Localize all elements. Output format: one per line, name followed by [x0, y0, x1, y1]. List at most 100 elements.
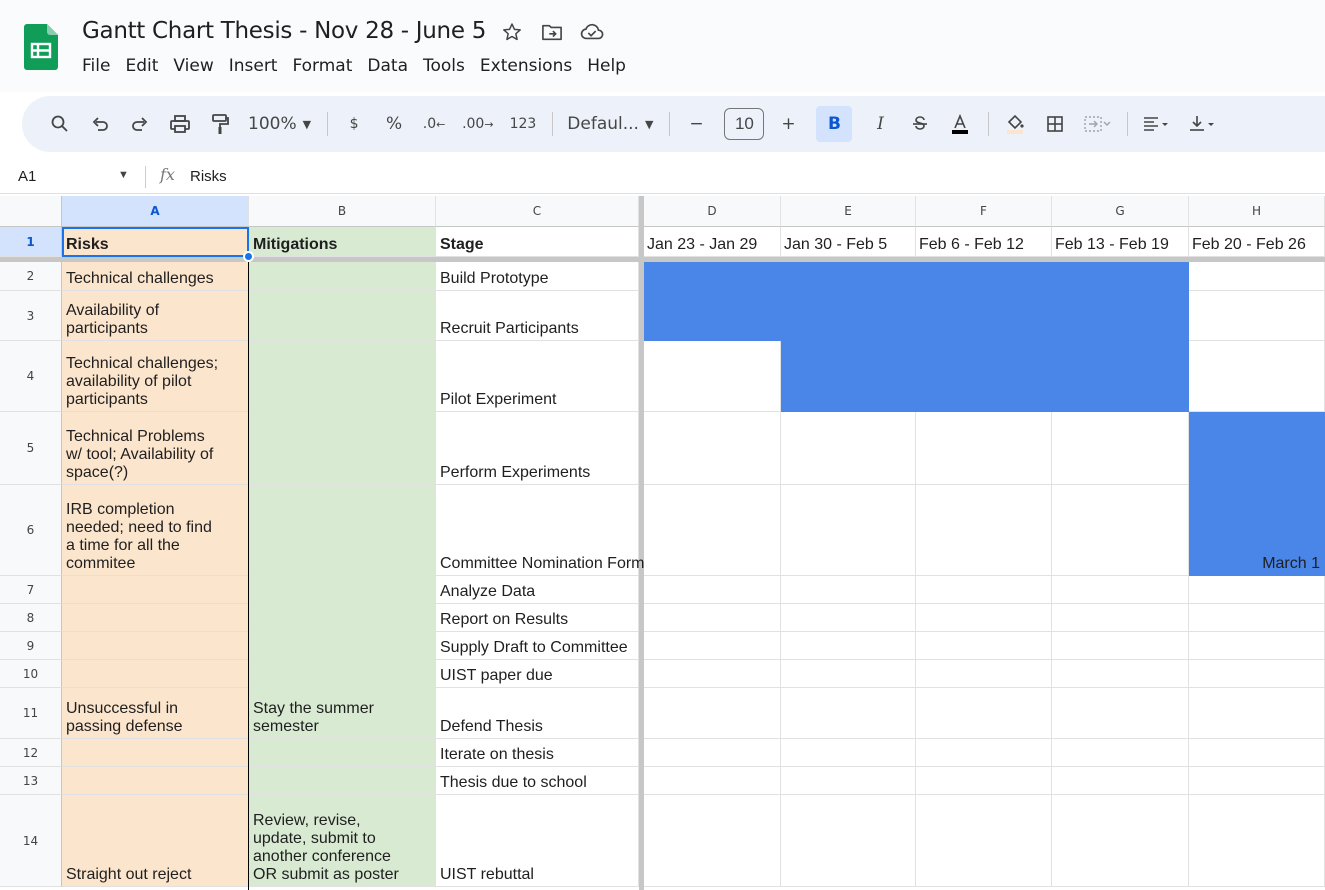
row-header[interactable]: 3 [0, 291, 62, 341]
risk-cell[interactable]: Technical Problems w/ tool; Availability… [62, 412, 249, 485]
stage-cell[interactable]: Defend Thesis [436, 688, 639, 739]
stage-cell[interactable]: Analyze Data [436, 576, 639, 604]
timeline-cell[interactable] [1052, 739, 1189, 767]
gantt-bar-cell[interactable] [1052, 291, 1189, 341]
timeline-cell[interactable] [644, 576, 781, 604]
timeline-cell[interactable] [916, 576, 1052, 604]
timeline-cell[interactable] [916, 412, 1052, 485]
timeline-cell[interactable] [916, 767, 1052, 795]
timeline-cell[interactable] [1189, 576, 1325, 604]
timeline-cell[interactable] [781, 795, 916, 887]
fill-color-icon[interactable] [1003, 106, 1027, 142]
week-header-cell[interactable]: Jan 23 - Jan 29 [644, 227, 781, 257]
stage-cell[interactable]: UIST paper due [436, 660, 639, 688]
timeline-cell[interactable] [781, 739, 916, 767]
document-title[interactable]: Gantt Chart Thesis - Nov 28 - June 5 [82, 18, 486, 44]
mitigation-cell[interactable] [249, 767, 436, 795]
stage-cell[interactable]: Build Prototype [436, 262, 639, 291]
timeline-cell[interactable] [644, 632, 781, 660]
fill-handle[interactable] [243, 251, 254, 262]
frozen-columns-divider[interactable] [639, 196, 644, 890]
cloud-saved-icon[interactable] [580, 20, 604, 44]
stage-header-cell[interactable]: Stage [436, 227, 639, 257]
name-box[interactable]: A1 [18, 168, 36, 185]
risk-cell[interactable]: Technical challenges; availability of pi… [62, 341, 249, 412]
mitigation-cell[interactable] [249, 604, 436, 632]
format-currency-button[interactable]: $ [342, 106, 366, 142]
mitigation-cell[interactable] [249, 632, 436, 660]
week-header-cell[interactable]: Feb 13 - Feb 19 [1052, 227, 1189, 257]
menu-file[interactable]: File [82, 56, 110, 76]
timeline-cell[interactable] [916, 632, 1052, 660]
menu-extensions[interactable]: Extensions [480, 56, 572, 76]
column-header-d[interactable]: D [644, 196, 781, 227]
timeline-cell[interactable] [781, 604, 916, 632]
week-header-cell[interactable]: Feb 20 - Feb 26 [1189, 227, 1325, 257]
timeline-cell[interactable] [644, 604, 781, 632]
risk-cell[interactable] [62, 576, 249, 604]
formula-input[interactable]: Risks [190, 168, 227, 185]
mitigation-cell[interactable] [249, 341, 436, 412]
print-icon[interactable] [168, 106, 192, 142]
mitigation-cell[interactable] [249, 739, 436, 767]
mitigation-cell[interactable]: Stay the summer semester [249, 688, 436, 739]
timeline-cell[interactable] [1052, 795, 1189, 887]
search-menus-icon[interactable] [48, 106, 72, 142]
increase-decimal-button[interactable]: .00 → [462, 106, 493, 142]
mitigation-cell[interactable] [249, 291, 436, 341]
timeline-cell[interactable] [1189, 604, 1325, 632]
strikethrough-icon[interactable] [908, 106, 932, 142]
timeline-cell[interactable] [644, 660, 781, 688]
row-header[interactable]: 2 [0, 262, 62, 291]
mitigation-cell[interactable] [249, 485, 436, 576]
column-header-f[interactable]: F [916, 196, 1052, 227]
merge-cells-icon[interactable] [1083, 106, 1111, 142]
risks-header-cell[interactable]: Risks [62, 227, 249, 257]
timeline-cell[interactable] [916, 660, 1052, 688]
row-header[interactable]: 1 [0, 227, 62, 257]
timeline-cell[interactable] [644, 485, 781, 576]
stage-cell[interactable]: Committee Nomination Form [436, 485, 645, 576]
timeline-cell[interactable] [781, 576, 916, 604]
timeline-cell[interactable] [1189, 262, 1325, 291]
timeline-cell[interactable] [781, 412, 916, 485]
timeline-cell[interactable] [1052, 688, 1189, 739]
font-select[interactable]: Defaul... ▼ [567, 106, 653, 142]
row-header[interactable]: 14 [0, 795, 62, 887]
undo-icon[interactable] [88, 106, 112, 142]
gantt-bar-cell[interactable] [916, 291, 1052, 341]
timeline-cell[interactable] [1052, 660, 1189, 688]
mitigation-cell[interactable] [249, 660, 436, 688]
gantt-bar-cell[interactable] [1052, 262, 1189, 291]
timeline-cell[interactable] [1189, 795, 1325, 887]
timeline-cell[interactable] [1052, 632, 1189, 660]
stage-cell[interactable]: Recruit Participants [436, 291, 639, 341]
menu-insert[interactable]: Insert [229, 56, 278, 76]
mitigation-cell[interactable] [249, 412, 436, 485]
week-header-cell[interactable]: Feb 6 - Feb 12 [916, 227, 1052, 257]
star-icon[interactable] [500, 20, 524, 44]
increase-font-size-button[interactable]: + [776, 106, 800, 142]
menu-view[interactable]: View [173, 56, 213, 76]
select-all-corner[interactable] [0, 196, 62, 227]
redo-icon[interactable] [128, 106, 152, 142]
week-header-cell[interactable]: Jan 30 - Feb 5 [781, 227, 916, 257]
timeline-cell[interactable] [781, 688, 916, 739]
mitigations-header-cell[interactable]: Mitigations [249, 227, 436, 257]
timeline-cell[interactable] [781, 660, 916, 688]
timeline-cell[interactable] [1052, 767, 1189, 795]
stage-cell[interactable]: Iterate on thesis [436, 739, 639, 767]
timeline-cell[interactable] [1189, 291, 1325, 341]
move-folder-icon[interactable] [540, 20, 564, 44]
stage-cell[interactable]: Supply Draft to Committee [436, 632, 639, 660]
gantt-bar-cell[interactable] [781, 262, 916, 291]
timeline-cell[interactable] [781, 767, 916, 795]
gantt-bar-cell[interactable] [781, 291, 916, 341]
timeline-cell[interactable] [1052, 576, 1189, 604]
gantt-bar-cell[interactable] [1189, 412, 1325, 485]
sheets-logo-icon[interactable] [24, 24, 58, 70]
stage-cell[interactable]: Perform Experiments [436, 412, 639, 485]
bold-button[interactable]: B [816, 106, 853, 142]
timeline-cell[interactable] [644, 412, 781, 485]
stage-cell[interactable]: Pilot Experiment [436, 341, 639, 412]
